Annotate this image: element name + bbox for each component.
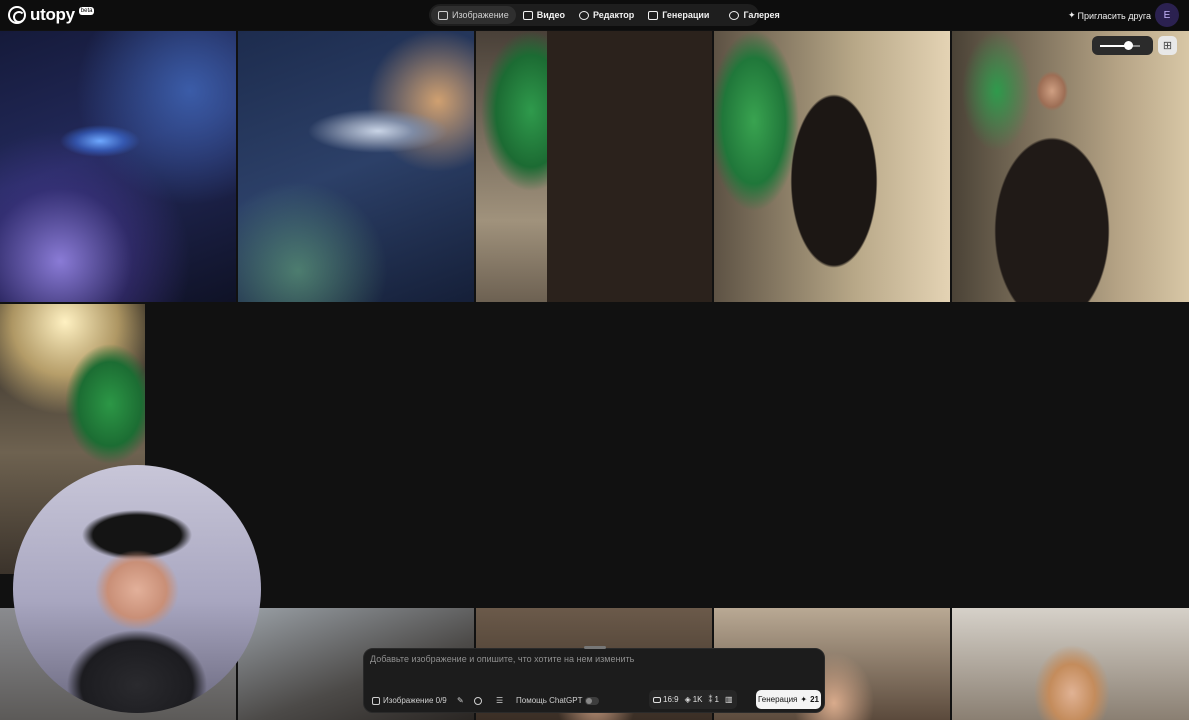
generation-settings: 16:9 ◈ 1K ⁑ 1 ▥: [649, 690, 737, 709]
nav-item-editor[interactable]: Редактор: [572, 6, 641, 24]
editor-icon: [578, 10, 589, 20]
nav-item-gallery[interactable]: Галерея: [722, 6, 786, 24]
shield-icon: ◈: [684, 695, 691, 704]
gallery-image[interactable]: [952, 31, 1189, 302]
mix-tool-button[interactable]: [474, 694, 482, 707]
prompt-panel: Изображение 0/9 ✎ ☰ Помощь ChatGPT 16:9 …: [363, 646, 825, 713]
video-icon: [522, 10, 533, 20]
count-icon: ⁑: [708, 695, 713, 704]
gallery-image[interactable]: [238, 31, 474, 302]
main-nav: Изображение Видео Редактор Генерации Гал…: [429, 4, 780, 26]
avatar[interactable]: E: [1155, 3, 1179, 27]
prompt-input[interactable]: [370, 654, 810, 664]
gallery-icon: [729, 10, 740, 20]
nav-item-label: Генерации: [662, 10, 710, 20]
chatgpt-label: Помощь ChatGPT: [516, 696, 583, 705]
invite-label: Пригласить друга: [1077, 10, 1151, 21]
overlap-icon: [474, 696, 482, 705]
resolution-button[interactable]: ◈ 1K: [685, 695, 703, 704]
chart-icon: ▥: [724, 695, 733, 704]
nav-item-label: Изображение: [452, 10, 509, 20]
text-format-button[interactable]: ☰: [496, 694, 503, 707]
stats-button[interactable]: ▥: [725, 695, 733, 704]
add-image-button[interactable]: Изображение 0/9: [372, 694, 447, 707]
aspect-ratio-value: 16:9: [663, 695, 679, 704]
zoom-handle[interactable]: [1124, 41, 1133, 50]
top-bar: utopy beta Изображение Видео Редактор Ге…: [0, 0, 1189, 30]
image-count-label: Изображение 0/9: [383, 696, 447, 705]
brush-icon: ✎: [457, 696, 464, 705]
grid-view-button[interactable]: ⊞: [1158, 36, 1177, 55]
webcam-overlay: [13, 465, 261, 713]
generate-label: Генерация: [757, 695, 798, 704]
zoom-slider[interactable]: [1092, 36, 1153, 55]
brush-tool-button[interactable]: ✎: [457, 694, 464, 707]
invite-friend-button[interactable]: ✦ Пригласить друга: [1068, 10, 1151, 21]
beta-badge: beta: [78, 7, 95, 15]
grid-icon: ⊞: [1162, 40, 1173, 52]
logo-text: utopy: [30, 5, 75, 24]
image-icon: [438, 10, 448, 20]
count-value: 1: [714, 695, 719, 704]
chatgpt-toggle[interactable]: Помощь ChatGPT: [516, 694, 600, 707]
logo-icon: [8, 6, 26, 24]
nav-item-video[interactable]: Видео: [516, 6, 572, 24]
nav-item-label: Галерея: [743, 10, 780, 20]
generations-icon: [648, 10, 659, 20]
gallery-image[interactable]: [952, 608, 1189, 720]
aspect-ratio-button[interactable]: 16:9: [653, 695, 679, 704]
sparkle-icon: ✦: [1068, 10, 1076, 20]
resolution-value: 1K: [692, 695, 703, 704]
gallery-image[interactable]: [0, 31, 236, 302]
nav-item-image[interactable]: Изображение: [431, 6, 516, 24]
sparkle-icon: ✦: [800, 695, 808, 704]
nav-item-label: Редактор: [592, 10, 635, 20]
gallery-image[interactable]: [714, 31, 950, 302]
text-format-icon: ☰: [496, 696, 504, 705]
nav-item-generations[interactable]: Генерации: [641, 6, 716, 24]
add-image-icon: [372, 696, 380, 705]
drag-handle[interactable]: [584, 646, 606, 649]
gallery-image[interactable]: [476, 31, 712, 302]
generate-button[interactable]: Генерация ✦ 21: [756, 690, 821, 709]
nav-item-label: Видео: [536, 10, 565, 20]
toggle-switch[interactable]: [585, 696, 600, 705]
aspect-ratio-icon: [653, 696, 661, 703]
generate-cost: 21: [810, 695, 819, 704]
count-button[interactable]: ⁑ 1: [709, 695, 719, 704]
zoom-track: [1100, 45, 1140, 47]
logo[interactable]: utopy beta: [8, 5, 95, 25]
